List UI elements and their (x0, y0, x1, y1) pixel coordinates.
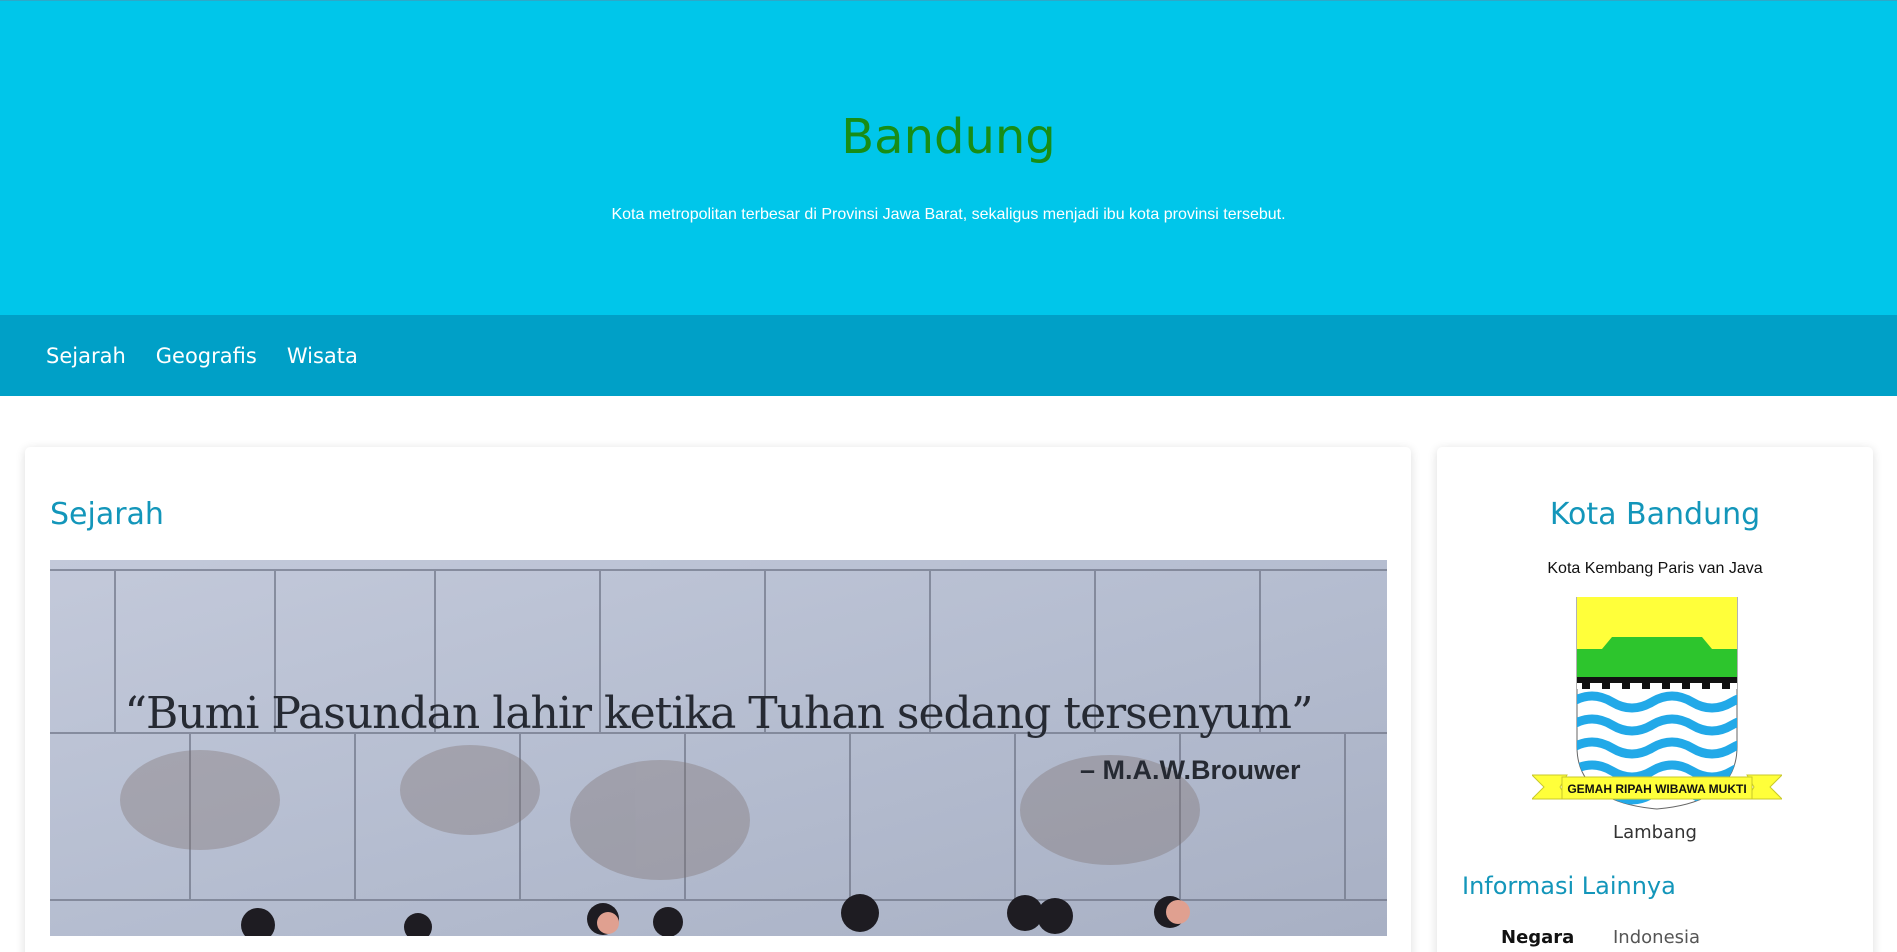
history-card: Sejarah “Bumi Pasundan lahir ketika Tuha… (25, 447, 1411, 952)
city-info-card: Kota Bandung Kota Kembang Paris van Java… (1437, 447, 1873, 952)
bandung-emblem-icon: GEMAH RIPAH WIBAWA MUKTI (1532, 597, 1782, 810)
info-title: Informasi Lainnya (1462, 872, 1676, 900)
nav-item-geografis[interactable]: Geografis (156, 344, 257, 368)
quote-author: – M.A.W.Brouwer (1080, 755, 1301, 785)
info-value-country: Indonesia (1613, 927, 1701, 948)
section-title: Sejarah (50, 497, 164, 532)
city-nickname: Kota Kembang Paris van Java (1547, 560, 1763, 577)
page-title: Bandung (841, 109, 1056, 165)
hero-header: Bandung Kota metropolitan terbesar di Pr… (0, 0, 1897, 315)
emblem-caption: Lambang (1613, 822, 1697, 843)
emblem-motto: GEMAH RIPAH WIBAWA MUKTI (1567, 782, 1746, 796)
city-title: Kota Bandung (1549, 497, 1761, 532)
wall-photo-graphic (50, 560, 1387, 936)
info-key-country: Negara (1501, 927, 1575, 948)
nav-item-sejarah[interactable]: Sejarah (46, 344, 126, 368)
nav-item-wisata[interactable]: Wisata (287, 344, 358, 368)
main-navbar: Sejarah Geografis Wisata (0, 315, 1897, 396)
quote-wall-image: “Bumi Pasundan lahir ketika Tuhan sedang… (50, 560, 1387, 936)
quote-text: “Bumi Pasundan lahir ketika Tuhan sedang… (124, 688, 1313, 739)
page-subtitle: Kota metropolitan terbesar di Provinsi J… (611, 206, 1286, 223)
